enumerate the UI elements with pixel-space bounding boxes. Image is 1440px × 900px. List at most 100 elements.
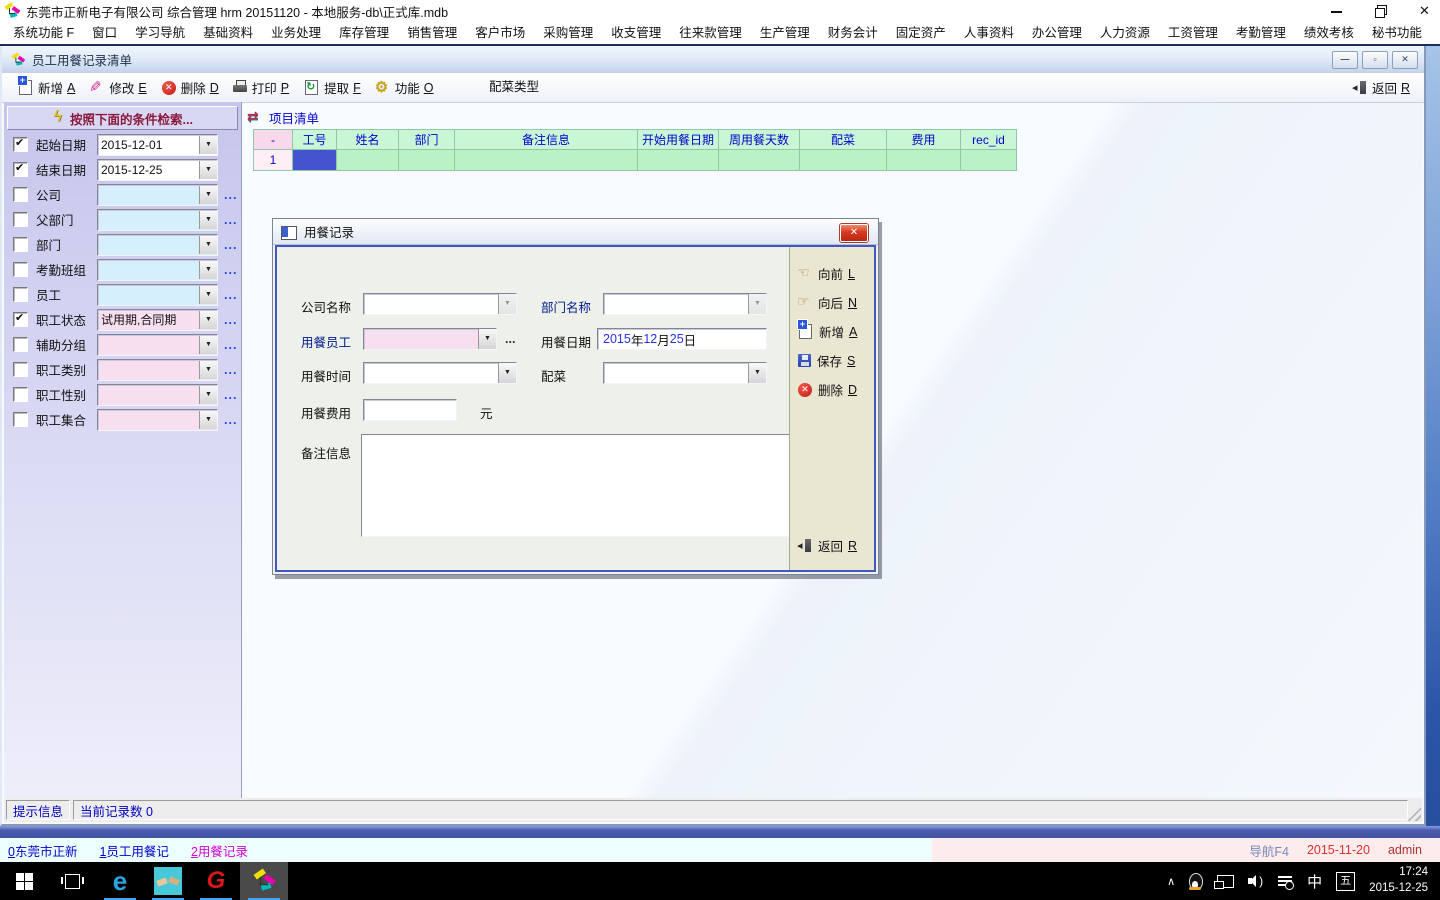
- chevron-down-icon[interactable]: ▼: [199, 286, 217, 304]
- toolbar-button[interactable]: 功能O: [368, 76, 441, 99]
- menu-item[interactable]: 生产管理: [751, 22, 819, 44]
- toolbar-button[interactable]: 打印P: [226, 76, 296, 99]
- search-combo[interactable]: ▼: [97, 359, 218, 381]
- more-link[interactable]: ...: [224, 288, 237, 302]
- chevron-down-icon[interactable]: ▼: [199, 386, 217, 404]
- child-minimize-button[interactable]: —: [1332, 51, 1358, 69]
- column-header[interactable]: 费用: [887, 129, 961, 150]
- more-link[interactable]: ...: [224, 238, 237, 252]
- menu-item[interactable]: 收支管理: [602, 22, 670, 44]
- more-link[interactable]: ...: [224, 213, 237, 227]
- resize-grip[interactable]: [1407, 807, 1421, 821]
- menu-item[interactable]: 财务会计: [819, 22, 887, 44]
- chevron-down-icon[interactable]: ▼: [199, 211, 217, 229]
- ime-indicator[interactable]: 五: [1336, 872, 1355, 891]
- chevron-down-icon[interactable]: ▼: [199, 311, 217, 329]
- meal-time-combo[interactable]: ▼: [363, 362, 517, 384]
- toolbar-button[interactable]: 新增A: [10, 76, 82, 99]
- menu-item[interactable]: 库存管理: [330, 22, 398, 44]
- table-cell[interactable]: [293, 150, 337, 171]
- column-header[interactable]: rec_id: [961, 129, 1017, 150]
- column-header[interactable]: 姓名: [337, 129, 399, 150]
- menu-item[interactable]: 绩效考核: [1295, 22, 1363, 44]
- clock[interactable]: 17:24 2015-12-25: [1369, 865, 1428, 896]
- checkbox[interactable]: [13, 187, 28, 202]
- qq-icon[interactable]: [1189, 873, 1203, 890]
- language-indicator[interactable]: 中: [1307, 871, 1322, 892]
- column-header[interactable]: 部门: [399, 129, 455, 150]
- table-cell[interactable]: 1: [253, 150, 293, 171]
- table-cell[interactable]: [719, 150, 800, 171]
- menu-item[interactable]: 办公管理: [1023, 22, 1091, 44]
- column-header[interactable]: 开始用餐日期: [638, 129, 719, 150]
- dialog-action-button[interactable]: 保存S: [790, 346, 874, 375]
- menu-item[interactable]: 配置管理: [1431, 22, 1440, 44]
- employee-more-link[interactable]: ...: [505, 332, 515, 346]
- menu-item[interactable]: 人力资源: [1091, 22, 1159, 44]
- meal-date-field[interactable]: 2015 年 12 月 25 日: [597, 328, 767, 350]
- search-combo[interactable]: ▼: [97, 284, 218, 306]
- chevron-down-icon[interactable]: ▼: [199, 236, 217, 254]
- notification-icon[interactable]: [1278, 875, 1293, 888]
- column-header[interactable]: 配菜: [800, 129, 887, 150]
- table-cell[interactable]: [887, 150, 961, 171]
- checkbox[interactable]: [13, 137, 28, 152]
- company-combo[interactable]: ▼: [363, 293, 517, 315]
- search-combo[interactable]: ▼: [97, 184, 218, 206]
- sogou-browser-icon[interactable]: G: [192, 862, 240, 900]
- window-list-item[interactable]: 2用餐记录: [191, 841, 248, 860]
- menu-item[interactable]: 窗口: [83, 22, 126, 44]
- search-header[interactable]: 按照下面的条件检索...: [7, 106, 238, 130]
- start-button[interactable]: [0, 862, 48, 900]
- child-close-button[interactable]: ✕: [1392, 51, 1418, 69]
- menu-item[interactable]: 基础资料: [194, 22, 262, 44]
- toolbar-button[interactable]: 删除D: [154, 76, 226, 99]
- dialog-action-button[interactable]: 向前L: [790, 259, 874, 288]
- checkbox[interactable]: [13, 212, 28, 227]
- column-header[interactable]: -: [253, 129, 293, 150]
- more-link[interactable]: ...: [224, 188, 237, 202]
- search-combo[interactable]: ▼: [97, 409, 218, 431]
- more-link[interactable]: ...: [224, 263, 237, 277]
- more-link[interactable]: ...: [224, 363, 237, 377]
- dialog-action-button[interactable]: 新增A: [790, 317, 874, 346]
- menu-item[interactable]: 业务处理: [262, 22, 330, 44]
- hrm-app-icon[interactable]: [240, 862, 288, 900]
- checkbox[interactable]: [13, 312, 28, 327]
- table-cell[interactable]: [961, 150, 1017, 171]
- more-link[interactable]: ...: [224, 313, 237, 327]
- checkbox[interactable]: [13, 262, 28, 277]
- window-list-item[interactable]: 0东莞市正新: [8, 841, 77, 860]
- search-combo[interactable]: ▼: [97, 384, 218, 406]
- menu-item[interactable]: 往来款管理: [670, 22, 751, 44]
- table-cell[interactable]: [399, 150, 455, 171]
- chevron-down-icon[interactable]: ▼: [199, 136, 217, 154]
- chevron-down-icon[interactable]: ▼: [199, 411, 217, 429]
- volume-icon[interactable]: ): [1248, 874, 1264, 888]
- menu-item[interactable]: 秘书功能: [1363, 22, 1431, 44]
- search-combo[interactable]: ▼: [97, 209, 218, 231]
- checkbox[interactable]: [13, 412, 28, 427]
- checkbox[interactable]: [13, 337, 28, 352]
- search-combo[interactable]: 试用期,合同期 ▼: [97, 309, 218, 331]
- toolbar-button[interactable]: 修改E: [82, 76, 153, 99]
- column-header[interactable]: 周用餐天数: [719, 129, 800, 150]
- menu-item[interactable]: 客户市场: [466, 22, 534, 44]
- chevron-down-icon[interactable]: ▼: [199, 361, 217, 379]
- checkbox[interactable]: [13, 287, 28, 302]
- menu-item[interactable]: 工资管理: [1159, 22, 1227, 44]
- menu-item[interactable]: 考勤管理: [1227, 22, 1295, 44]
- checkbox[interactable]: [13, 162, 28, 177]
- chevron-down-icon[interactable]: ▼: [199, 161, 217, 179]
- chevron-down-icon[interactable]: ▼: [498, 363, 516, 383]
- menu-item[interactable]: 销售管理: [398, 22, 466, 44]
- chevron-down-icon[interactable]: ▼: [748, 363, 766, 383]
- return-button[interactable]: 返回R: [1352, 73, 1410, 102]
- chevron-down-icon[interactable]: ▼: [199, 336, 217, 354]
- checkbox[interactable]: [13, 237, 28, 252]
- dialog-return-button[interactable]: 返回R: [790, 531, 874, 560]
- side-dish-combo[interactable]: ▼: [603, 362, 767, 384]
- search-combo[interactable]: 2015-12-01 ▼: [97, 134, 218, 156]
- column-header[interactable]: 备注信息: [455, 129, 638, 150]
- close-button[interactable]: [1418, 4, 1432, 18]
